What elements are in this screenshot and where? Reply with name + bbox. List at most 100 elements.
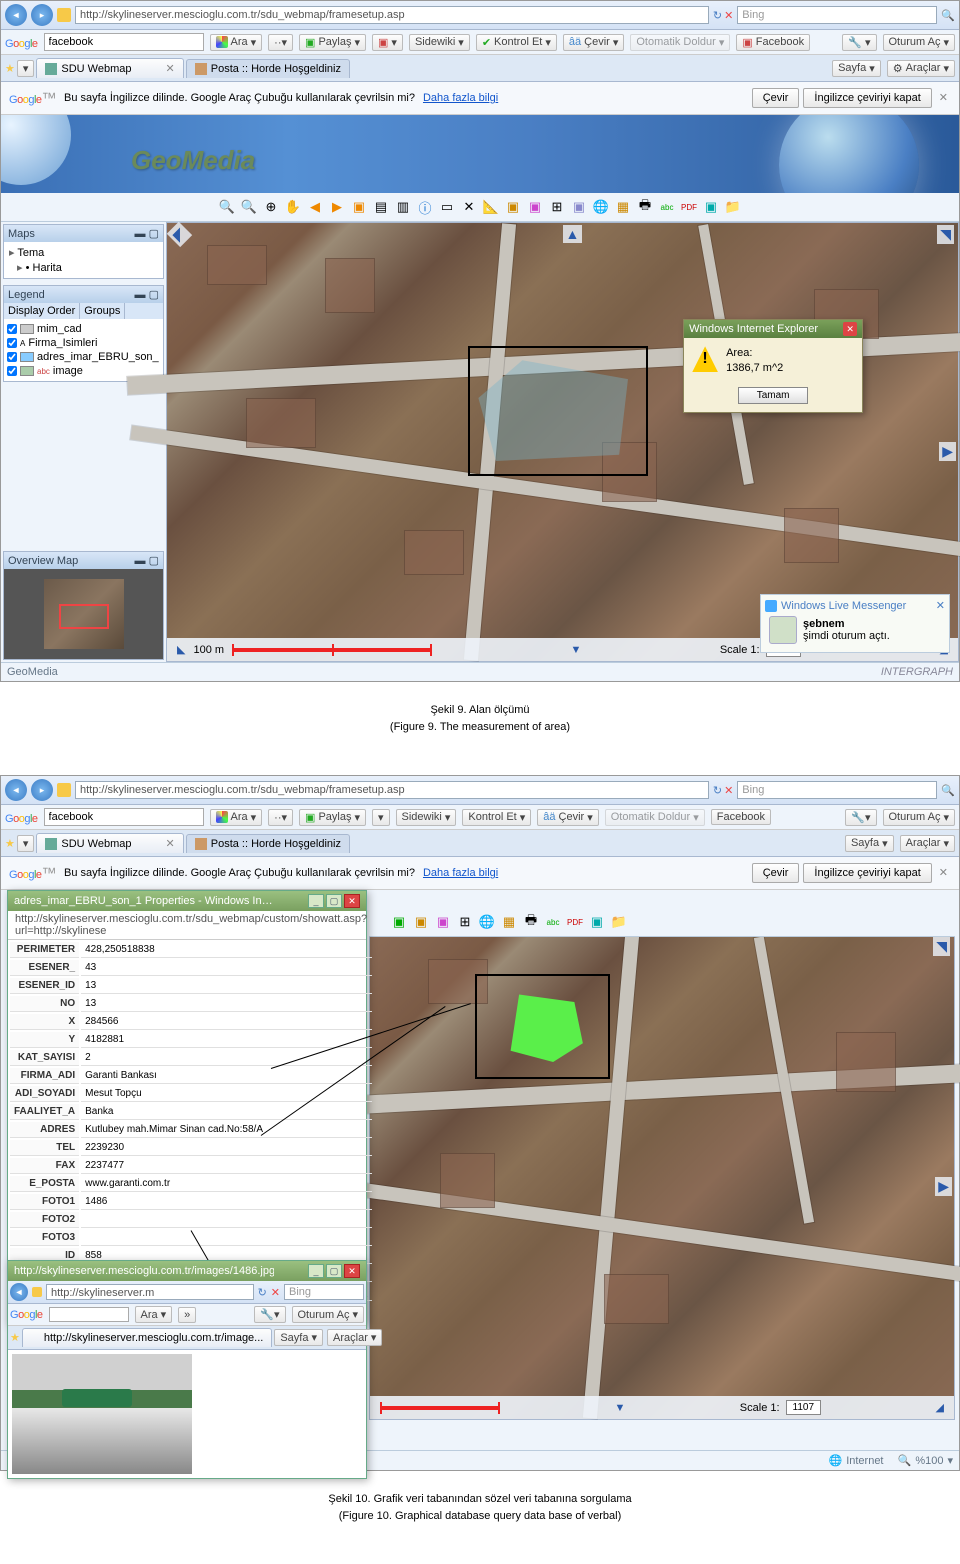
pan-icon[interactable]: ✋ <box>283 197 303 217</box>
zoomin-icon[interactable]: 🔍 <box>217 197 237 217</box>
collapse-icon[interactable]: ▬ ▢ <box>135 554 159 567</box>
tool-icon[interactable]: ▣ <box>701 197 721 217</box>
zoomext-icon[interactable]: ⊕ <box>261 197 281 217</box>
prev-icon[interactable]: ◀ <box>305 197 325 217</box>
layer-checkbox[interactable] <box>7 324 17 334</box>
grid-icon[interactable]: ▦ <box>499 912 519 932</box>
layer-checkbox[interactable] <box>7 366 17 376</box>
pan-ne-icon[interactable]: ◥ <box>937 225 954 244</box>
legend-tab[interactable]: Groups <box>80 303 125 319</box>
tool-icon[interactable]: ⊞ <box>455 912 475 932</box>
menu-araclar[interactable]: ⚙Araçlar ▾ <box>887 60 955 77</box>
tree-item[interactable]: • Harita <box>7 260 160 275</box>
g-paylas[interactable]: ▣Paylaş ▾ <box>299 34 366 51</box>
g-kontrol[interactable]: Kontrol Et ▾ <box>462 809 531 826</box>
fwd-button[interactable]: ▸ <box>31 779 53 801</box>
fwd-button[interactable]: ▸ <box>31 4 53 26</box>
url-field[interactable]: http://skylineserver.m <box>46 1284 254 1300</box>
menu-araclar[interactable]: Araçlar ▾ <box>900 835 955 852</box>
favorites-icon[interactable]: ★ <box>5 837 15 850</box>
pan-se-icon[interactable]: ◢ <box>936 1401 944 1414</box>
google-search-input[interactable] <box>49 1307 129 1322</box>
pan-down-icon[interactable]: ▼ <box>570 644 581 656</box>
close-icon[interactable]: ✕ <box>936 599 945 612</box>
tool-icon[interactable]: ▤ <box>371 197 391 217</box>
ok-button[interactable]: Tamam <box>738 387 809 404</box>
tool-icon[interactable]: ▣ <box>433 912 453 932</box>
tab-active[interactable]: http://skylineserver.mescioglu.com.tr/im… <box>22 1328 272 1347</box>
fav-dropdown[interactable]: ▾ <box>17 60 35 77</box>
minimize-icon[interactable]: _ <box>308 1264 324 1278</box>
globe-icon[interactable]: 🌐 <box>477 912 497 932</box>
tree-item[interactable]: Tema <box>7 245 160 260</box>
search-go-icon[interactable]: 🔍 <box>941 9 955 22</box>
tool-icon[interactable]: ⊞ <box>547 197 567 217</box>
folder-icon[interactable]: 📁 <box>609 912 629 932</box>
back-button[interactable]: ◄ <box>5 779 27 801</box>
measure-icon[interactable]: 📐 <box>481 197 501 217</box>
pdf-icon[interactable]: PDF <box>565 912 585 932</box>
tab-inactive[interactable]: Posta :: Horde Hoşgeldiniz <box>186 59 350 78</box>
grid-icon[interactable]: ▦ <box>613 197 633 217</box>
collapse-icon[interactable]: ▬ ▢ <box>135 227 159 240</box>
back-button[interactable]: ◄ <box>10 1283 28 1301</box>
pan-right-icon[interactable]: ▶ <box>935 1177 952 1196</box>
close-icon[interactable]: ✕ <box>936 88 951 108</box>
clear-icon[interactable]: ✕ <box>459 197 479 217</box>
g-paylas[interactable]: ▣Paylaş ▾ <box>299 809 366 826</box>
translate-yes[interactable]: Çevir <box>752 88 800 108</box>
maximize-icon[interactable]: ▢ <box>326 1264 342 1278</box>
tab-active[interactable]: SDU Webmap✕ <box>36 58 183 78</box>
print-icon[interactable]: 🖶 <box>635 197 655 217</box>
url-field[interactable]: http://skylineserver.mescioglu.com.tr/sd… <box>75 6 709 24</box>
globe-icon[interactable]: 🌐 <box>591 197 611 217</box>
url-field[interactable]: http://skylineserver.mescioglu.com.tr/sd… <box>75 781 709 799</box>
g-wrench[interactable]: 🔧▾ <box>842 34 876 51</box>
maximize-icon[interactable]: ▢ <box>326 894 342 908</box>
next-icon[interactable]: ▶ <box>327 197 347 217</box>
g-ara[interactable]: Ara ▾ <box>210 34 263 51</box>
back-button[interactable]: ◄ <box>5 4 27 26</box>
layer-checkbox[interactable] <box>7 352 17 362</box>
popup-url[interactable]: http://skylineserver.mescioglu.com.tr/sd… <box>8 911 366 940</box>
menu-sayfa[interactable]: Sayfa ▾ <box>832 60 881 77</box>
window-title[interactable]: http://skylineserver.mescioglu.com.tr/im… <box>8 1261 366 1281</box>
pan-up-icon[interactable]: ▲ <box>563 225 583 243</box>
g-otomatik[interactable]: Otomatik Doldur ▾ <box>605 809 705 826</box>
tool-icon[interactable]: ▣ <box>525 197 545 217</box>
stop-icon[interactable]: ✕ <box>724 9 733 22</box>
scale-value[interactable]: 1107 <box>786 1400 822 1415</box>
g-oturum[interactable]: Oturum Aç ▾ <box>292 1306 365 1323</box>
pan-ne-icon[interactable]: ◥ <box>933 937 950 956</box>
g-otomatik[interactable]: Otomatik Doldur ▾ <box>630 34 730 51</box>
g-bookmark[interactable]: Facebook <box>711 809 771 825</box>
info-icon[interactable]: ⓘ <box>415 197 435 217</box>
zoomout-icon[interactable]: 🔍 <box>239 197 259 217</box>
google-search-input[interactable] <box>44 33 204 51</box>
g-wrench[interactable]: 🔧▾ <box>254 1306 285 1323</box>
pan-down-icon[interactable]: ▼ <box>614 1402 625 1414</box>
favorites-icon[interactable]: ★ <box>10 1331 20 1344</box>
g-cevir[interactable]: âäÇevir ▾ <box>563 34 624 51</box>
g-mark[interactable]: ▾ <box>372 809 390 826</box>
pan-right-icon[interactable]: ▶ <box>939 442 956 461</box>
tool-icon[interactable]: ▣ <box>587 912 607 932</box>
pan-sw-icon[interactable]: ◣ <box>177 643 185 656</box>
panel-header[interactable]: Maps▬ ▢ <box>4 225 163 242</box>
translate-more[interactable]: Daha fazla bilgi <box>423 867 498 879</box>
collapse-icon[interactable]: ▬ ▢ <box>135 288 159 301</box>
browser-search[interactable]: Bing <box>737 781 937 799</box>
translate-yes[interactable]: Çevir <box>752 863 800 883</box>
tool-icon[interactable]: ▣ <box>411 912 431 932</box>
tool-icon[interactable]: ▥ <box>393 197 413 217</box>
legend-tab[interactable]: Display Order <box>4 303 80 319</box>
pdf-icon[interactable]: PDF <box>679 197 699 217</box>
translate-close[interactable]: İngilizce çeviriyi kapat <box>803 88 931 108</box>
tab-active[interactable]: SDU Webmap✕ <box>36 833 183 853</box>
g-more[interactable]: » <box>178 1307 196 1323</box>
g-sidewiki[interactable]: Sidewiki ▾ <box>409 34 470 51</box>
tool-icon[interactable]: ▣ <box>569 197 589 217</box>
messenger-popup[interactable]: Windows Live Messenger✕ şebnemşimdi otur… <box>760 594 950 653</box>
tool-icon[interactable]: ▣ <box>389 912 409 932</box>
fav-dropdown[interactable]: ▾ <box>17 835 35 852</box>
